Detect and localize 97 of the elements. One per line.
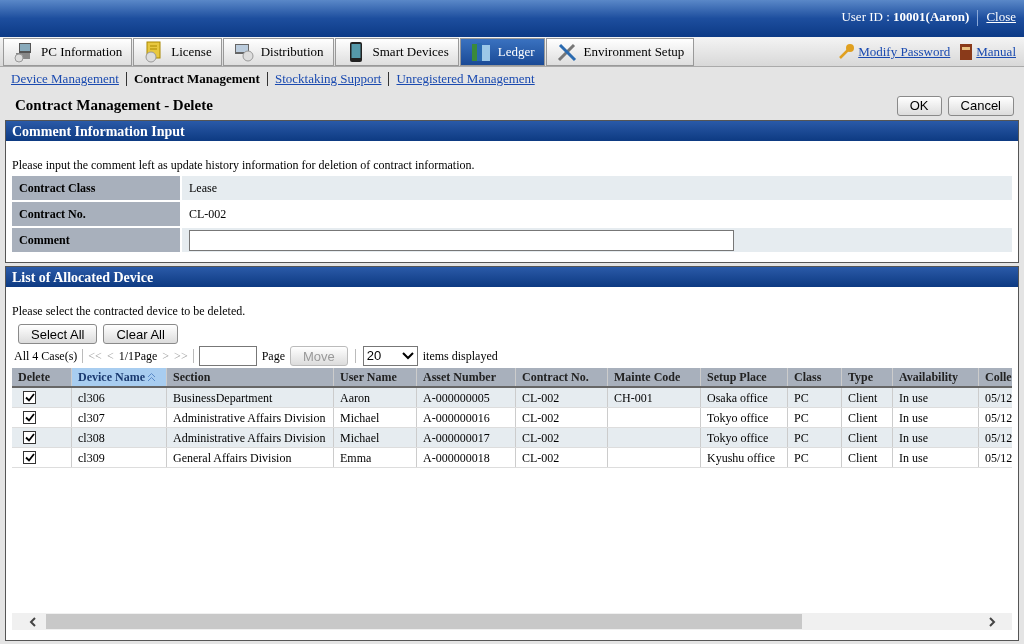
table-cell-text: cl309 [78,449,105,467]
table-cell-text: In use [899,389,928,407]
field-label: Contract Class [12,176,182,200]
delete-checkbox[interactable] [23,411,36,424]
sub-nav-link[interactable]: Device Management [11,69,119,89]
action-button[interactable]: OK [896,95,942,116]
field-value: Lease [189,180,217,197]
table-cell-text: Michael [340,409,380,427]
header-link[interactable]: Manual [976,41,1016,62]
page-label: Page [261,348,285,365]
table-cell-text: Client [848,409,878,427]
table-cell-text: A-000000018 [423,449,490,467]
book-icon [958,42,975,61]
table-cell-text: Administrative Affairs Division [173,429,326,447]
table-cell-text: 05/12 [985,409,1012,427]
column-header[interactable]: Section [167,368,334,386]
column-header[interactable]: Device Name [72,368,167,386]
comment-field[interactable] [189,229,734,251]
column-header[interactable]: User Name [334,368,417,386]
nav-tab[interactable]: PC Information [3,37,133,66]
field-label: Contract No. [12,202,182,226]
table-cell-text: Tokyo office [707,429,769,447]
table-cell-text: Osaka office [707,389,768,407]
table-cell-text: CL-002 [522,389,560,407]
table-cell-text: Administrative Affairs Division [173,409,326,427]
nav-tab[interactable]: Smart Devices [334,37,459,66]
column-header[interactable]: Type [842,368,893,386]
table-cell-text: General Affairs Division [173,449,292,467]
instruction-text: Please input the comment left as update history information for deletion of contract information. [12,157,476,174]
table-cell-text: CL-002 [522,449,560,467]
sort-icon [146,372,156,382]
table-cell-text: Client [848,389,878,407]
chevron-down-icon [401,352,414,360]
table-cell-text: CL-002 [522,409,560,427]
column-header[interactable]: Availability [893,368,979,386]
column-header[interactable]: Mainte Code [608,368,701,386]
sub-nav-link[interactable]: Unregistered Management [396,69,535,89]
table-cell-text: PC [794,389,809,407]
column-header[interactable]: Colle [979,368,1012,386]
nav-tab[interactable]: Ledger [459,37,545,66]
instruction-text: Please select the contracted device to be deleted. [12,303,247,320]
books-icon [469,40,492,63]
action-button[interactable]: Cancel [947,95,1014,116]
items-displayed-label: items displayed [422,348,498,365]
nav-tab[interactable]: Environment Setup [545,37,695,66]
table-cell-text: 05/12 [985,389,1012,407]
selection-button[interactable]: Clear All [103,324,178,344]
table-cell-text: PC [794,449,809,467]
table-cell-text: A-000000005 [423,389,490,407]
table-cell-text: cl307 [78,409,105,427]
column-header[interactable]: Contract No. [516,368,608,386]
table-cell-text: PC [794,429,809,447]
column-header[interactable]: Asset Number [417,368,516,386]
header-link[interactable]: Modify Password [858,41,951,62]
table-cell-text: cl306 [78,389,105,407]
table-cell-text: PC [794,409,809,427]
table-cell-text: Michael [340,429,380,447]
table-cell-text: CH-001 [614,389,653,407]
selection-button[interactable]: Select All [18,324,98,344]
table-cell-text: 05/12 [985,429,1012,447]
table-cell-text: BusinessDepartment [173,389,273,407]
nav-tab[interactable]: License [133,37,222,66]
page-number-field[interactable] [198,346,257,366]
table-cell-text: CL-002 [522,429,560,447]
section-header: Comment Information Input [6,121,1018,141]
table-cell-text: In use [899,409,928,427]
field-label: Comment [12,228,182,252]
table-cell-text: In use [899,449,928,467]
table-cell-text: Aaron [340,389,370,407]
nav-tab[interactable]: Distribution [222,37,334,66]
page-title: Contract Management - Delete [15,96,213,116]
items-per-page-select[interactable]: 20 [362,346,418,366]
table-cell-text: In use [899,429,928,447]
delete-checkbox[interactable] [23,451,36,464]
field-value: CL-002 [189,206,227,223]
table-cell-text: Tokyo office [707,409,769,427]
table-cell-text: A-000000016 [423,409,490,427]
table-cell-text: A-000000017 [423,429,490,447]
sub-nav-link[interactable]: Stocktaking Support [274,69,382,89]
table-cell-text: cl308 [78,429,105,447]
column-header[interactable]: Setup Place [701,368,788,386]
key-icon [838,42,857,61]
table-cell-text: Emma [340,449,372,467]
column-header[interactable]: Class [788,368,842,386]
table-cell-text: Client [848,449,878,467]
page-indicator: 1/1Page [118,348,158,365]
case-count: All 4 Case(s) [14,348,78,365]
close-link[interactable]: Close [986,6,1016,26]
delete-checkbox[interactable] [23,391,36,404]
table-cell-text: 05/12 [985,449,1012,467]
delete-checkbox[interactable] [23,431,36,444]
table-cell-text: Kyushu office [707,449,776,467]
sub-nav-link[interactable]: Contract Management [133,69,260,89]
user-id-label: User ID : 10001(Aaron) [841,7,970,26]
table-cell-text: Client [848,429,878,447]
section-header: List of Allocated Device [6,267,1018,287]
horizontal-scrollbar[interactable] [12,613,1012,630]
